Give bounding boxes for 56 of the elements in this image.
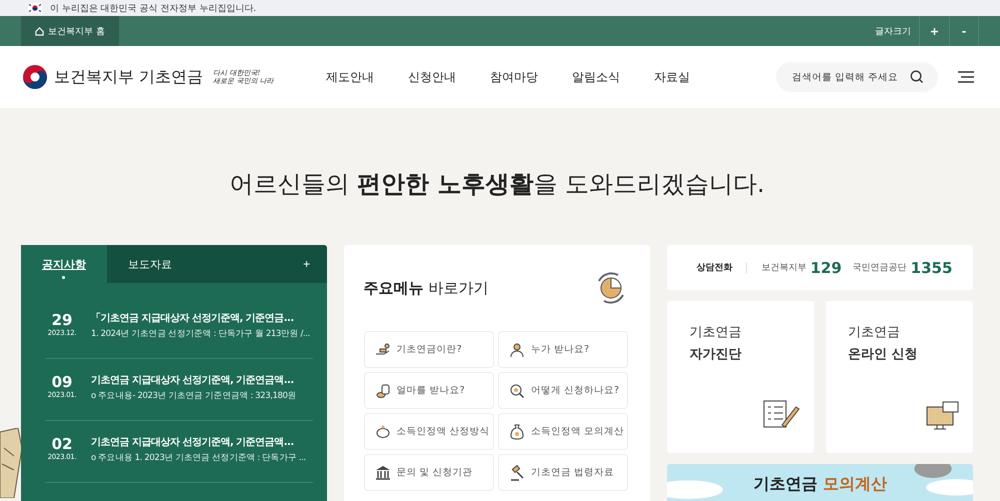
nav-link[interactable]: 제도안내 <box>326 68 374 86</box>
menu-icon[interactable] <box>958 71 974 83</box>
hotline-org: 국민연금공단 <box>852 262 907 274</box>
news-summary: o 주요내용- 2023년 기초연금 기준연금액 : 323,180원 <box>91 390 296 402</box>
person-icon <box>509 342 525 358</box>
news-tab[interactable]: 공지사항 <box>21 245 107 283</box>
news-title-link[interactable]: 기초연금 지급대상자 선정기준액, 기준연금액... <box>91 374 296 387</box>
hotline-org: 보건복지부 <box>761 262 806 274</box>
quick-menu-item[interactable]: 얼마를 받나요? <box>364 372 494 409</box>
bank-icon <box>374 464 391 480</box>
search-icon[interactable] <box>910 70 924 84</box>
coins-hand-icon <box>374 342 391 358</box>
quick-menu-item[interactable]: 어떻게 신청하나요? <box>498 372 628 409</box>
quick-menu-title: 주요메뉴 바로가기 <box>364 278 488 298</box>
news-day: 09 <box>52 374 72 391</box>
home-icon <box>35 26 44 36</box>
nav-link[interactable]: 참여마당 <box>490 68 538 86</box>
quick-menu-item[interactable]: 기초연금이란? <box>364 331 494 368</box>
service-card[interactable]: 기초연금 자가진단 <box>667 301 814 453</box>
promo-banner[interactable]: 기초연금 모의계산 <box>667 464 974 501</box>
news-day: 02 <box>52 436 72 453</box>
news-summary: o 주요내용 1. 2023년 기초연금 선정기준액 : 단독가구 ... <box>91 452 306 464</box>
nav-link[interactable]: 알림소식 <box>572 68 620 86</box>
money-bag-icon <box>509 424 525 440</box>
coins-icon <box>374 382 391 398</box>
quick-menu-item[interactable]: 문의 및 신청기관 <box>364 454 494 491</box>
banner-title: 기초연금 모의계산 <box>753 474 887 494</box>
hotline-label: 상담전화 <box>696 262 732 274</box>
news-title-link[interactable]: 「기초연금 지급대상자 선정기준액, 기준연금... <box>91 312 310 325</box>
font-size-label: 글자크기 <box>875 26 911 38</box>
more-button[interactable]: + <box>286 245 327 283</box>
gov-notice: 이 누리집은 대한민국 공식 전자정부 누리집입니다. <box>50 2 256 14</box>
news-tab[interactable]: 보도자료 <box>107 245 193 283</box>
nav-link[interactable]: 신청안내 <box>408 68 456 86</box>
service-card[interactable]: 기초연금 온라인 신청 <box>826 301 974 453</box>
search-field[interactable]: 검색어를 입력해 주세요 <box>792 72 910 82</box>
hand-drawing <box>0 428 22 498</box>
news-day: 29 <box>52 312 72 329</box>
gavel-icon <box>509 464 525 480</box>
phone-number[interactable]: 1355 <box>910 258 952 276</box>
phone-number[interactable]: 129 <box>810 258 842 276</box>
hero-headline: 어르신들의 편안한 노후생활을 도와드리겠습니다. <box>228 169 766 200</box>
news-title-link[interactable]: 기초연금 지급대상자 선정기준액, 기준연금액... <box>91 436 306 449</box>
nav-link[interactable]: 자료실 <box>654 68 690 86</box>
news-summary: 1. 2024년 기초연금 선정기준액 : 단독가구 월 213만원 /... <box>91 328 310 340</box>
quick-menu-item[interactable]: 기초연금 법령자료 <box>498 454 628 491</box>
search-bar[interactable]: 검색어를 입력해 주세요 <box>776 62 938 92</box>
quick-menu-item[interactable]: 소득인정액 산정방식 <box>364 413 494 450</box>
home-link[interactable]: 보건복지부 홈 <box>21 16 119 46</box>
quick-menu-item[interactable]: 누가 받나요? <box>498 331 628 368</box>
flag-icon <box>28 3 42 13</box>
monitor-icon <box>925 401 960 431</box>
magnifier-icon <box>509 382 525 398</box>
site-logo-text[interactable]: 보건복지부 기초연금 <box>54 66 204 88</box>
logo-icon <box>22 64 48 90</box>
quick-menu-item[interactable]: 소득인정액 모의계산 <box>498 413 628 450</box>
